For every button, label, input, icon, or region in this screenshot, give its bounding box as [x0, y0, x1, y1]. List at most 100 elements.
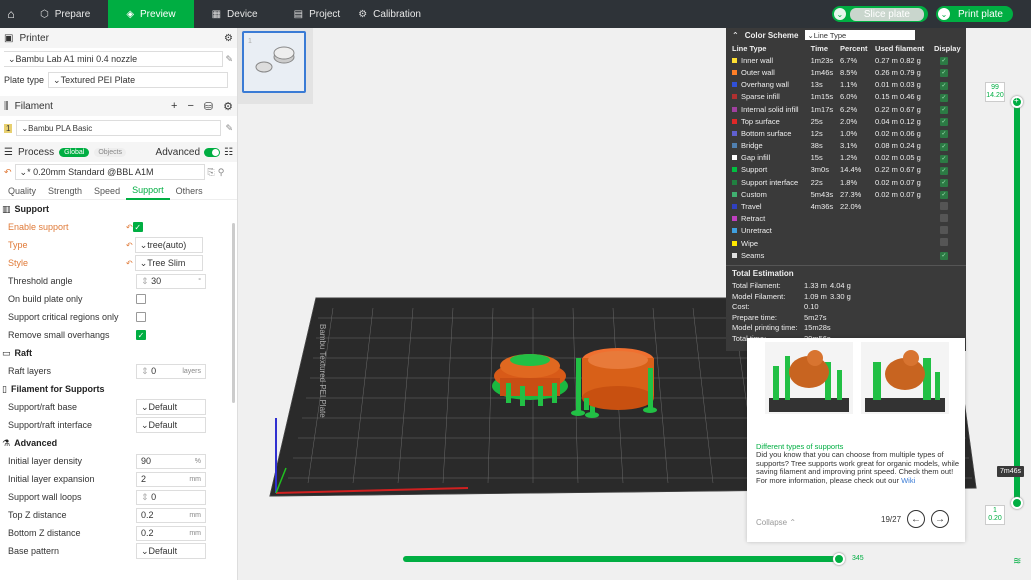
display-checkbox[interactable]: ✓: [939, 130, 948, 139]
chevron-down-icon[interactable]: ⌄: [937, 8, 950, 20]
sync-icon[interactable]: ⛁: [204, 100, 213, 113]
raft-layers-input[interactable]: ⇕ 0 layers: [136, 363, 206, 379]
advanced-row-select[interactable]: ⌄ Default: [136, 543, 206, 559]
reset-icon[interactable]: ↶: [4, 167, 12, 178]
3d-viewport[interactable]: 1 Bambu Textured PEI Plate ⌃ Color Schem…: [238, 28, 1031, 580]
support-style-select[interactable]: ⌄ Tree Slim: [134, 255, 203, 271]
tip-text: Did you know that you can choose from mu…: [756, 450, 960, 476]
stepper-icon[interactable]: ⇕: [141, 492, 149, 502]
advanced-row-input[interactable]: 2 mm: [136, 471, 206, 487]
color-scheme-title: Color Scheme: [744, 30, 799, 40]
tab-speed[interactable]: Speed: [88, 182, 126, 200]
tab-quality[interactable]: Quality: [2, 182, 42, 200]
collapse-button[interactable]: Collapse ⌃: [756, 518, 796, 527]
display-checkbox[interactable]: [939, 238, 948, 247]
support-interface-select[interactable]: ⌄ Default: [136, 417, 206, 433]
move-slider-handle[interactable]: [833, 553, 845, 565]
chevron-up-icon[interactable]: ⌃: [732, 31, 739, 40]
tab-support[interactable]: Support: [126, 182, 170, 200]
global-toggle[interactable]: Global: [59, 147, 90, 157]
filament-select[interactable]: ⌄ Bambu PLA Basic: [16, 120, 222, 136]
support-base-select[interactable]: ⌄ Default: [136, 399, 206, 415]
display-checkbox[interactable]: ✓: [939, 57, 948, 66]
tab-device[interactable]: ▦ Device: [194, 0, 276, 28]
edit-icon[interactable]: ✎: [225, 54, 233, 65]
stepper-icon[interactable]: ⇕: [141, 366, 149, 376]
display-checkbox[interactable]: ✓: [939, 93, 948, 102]
tab-prepare[interactable]: ⬡ Prepare: [22, 0, 108, 28]
reset-icon[interactable]: ↶: [126, 259, 133, 268]
add-icon[interactable]: +: [171, 100, 177, 113]
printer-select[interactable]: ⌄ Bambu Lab A1 mini 0.4 nozzle: [4, 51, 224, 67]
wiki-link[interactable]: Wiki: [901, 476, 915, 485]
layer-slider-top-handle[interactable]: +: [1011, 96, 1023, 108]
tab-project[interactable]: ▤ Project: [276, 0, 359, 28]
previous-tip-button[interactable]: ←: [907, 510, 926, 528]
advanced-row-input[interactable]: ⇕ 0: [136, 489, 206, 505]
tab-calibration[interactable]: ⚙ Calibration: [358, 0, 439, 28]
display-checkbox[interactable]: [939, 201, 948, 210]
line-type-name: Retract: [726, 213, 809, 225]
layer-slider-bottom-handle[interactable]: [1011, 497, 1023, 509]
remove-small-overhangs-checkbox[interactable]: ✓: [136, 330, 146, 340]
tab-strength[interactable]: Strength: [42, 182, 88, 200]
search-icon[interactable]: ⚲: [218, 167, 225, 178]
next-tip-button[interactable]: →: [931, 510, 950, 528]
support-style-value: Tree Slim: [147, 258, 186, 268]
display-checkbox[interactable]: ✓: [939, 166, 948, 175]
layers-icon[interactable]: ≋: [1013, 556, 1021, 567]
advanced-toggle[interactable]: [204, 147, 221, 157]
display-checkbox[interactable]: [939, 225, 948, 234]
display-checkbox[interactable]: ✓: [939, 154, 948, 163]
reset-icon[interactable]: ↶: [126, 223, 133, 232]
line-type-label: Custom: [741, 189, 767, 199]
advanced-row-input[interactable]: 90%: [136, 453, 206, 469]
display-checkbox[interactable]: ✓: [939, 252, 948, 261]
minus-icon[interactable]: −: [187, 100, 193, 113]
tab-preview[interactable]: ◈ Preview: [108, 0, 194, 28]
chevron-down-icon[interactable]: ⌄: [833, 8, 846, 20]
color-swatch: [732, 204, 737, 210]
advanced-row: Bottom Z distance 0.2 mm: [0, 524, 237, 542]
enable-support-checkbox[interactable]: ✓: [132, 222, 143, 232]
slice-plate-button[interactable]: ⌄ Slice plate: [831, 6, 928, 22]
filament-weight: 0.67 g: [900, 165, 921, 175]
plate-type-select[interactable]: ⌄ Textured PEI Plate: [48, 72, 229, 88]
advanced-row-input[interactable]: 0.2 mm: [136, 507, 206, 523]
support-type-select[interactable]: ⌄ tree(auto): [134, 237, 203, 253]
threshold-angle-input[interactable]: ⇕ 30 °: [136, 273, 206, 289]
print-plate-button[interactable]: ⌄ Print plate: [935, 6, 1013, 22]
display-checkbox[interactable]: ✓: [939, 118, 948, 127]
advanced-row-input[interactable]: 0.2 mm: [136, 525, 206, 541]
objects-toggle[interactable]: Objects: [94, 147, 127, 157]
panel-scrollbar[interactable]: [232, 223, 235, 403]
edit-icon[interactable]: ✎: [225, 123, 233, 134]
on-build-plate-checkbox[interactable]: [136, 294, 146, 304]
display-cell: ✓: [932, 66, 966, 78]
process-tabs: Quality Strength Speed Support Others: [0, 182, 237, 200]
display-checkbox[interactable]: ✓: [939, 142, 948, 151]
list-icon[interactable]: ☷: [224, 147, 233, 158]
display-checkbox[interactable]: ✓: [939, 191, 948, 200]
display-checkbox[interactable]: [939, 213, 948, 222]
display-checkbox[interactable]: ✓: [939, 179, 948, 188]
advanced-row-label: Base pattern: [8, 546, 60, 556]
gear-icon[interactable]: ⚙: [224, 33, 233, 44]
layer-slider-track[interactable]: [1014, 101, 1020, 503]
display-checkbox[interactable]: ✓: [939, 69, 948, 78]
color-scheme-select[interactable]: ⌄ Line Type: [804, 30, 915, 40]
display-checkbox[interactable]: ✓: [939, 106, 948, 115]
move-slider-track[interactable]: [403, 556, 841, 562]
process-profile-select[interactable]: ⌄ * 0.20mm Standard @BBL A1M: [14, 164, 205, 180]
critical-regions-checkbox[interactable]: [136, 312, 146, 322]
support-example-image: [769, 350, 849, 412]
reset-icon[interactable]: ↶: [126, 241, 133, 250]
save-icon[interactable]: ⎘: [208, 167, 215, 178]
stepper-icon[interactable]: ⇕: [141, 276, 149, 286]
display-checkbox[interactable]: ✓: [939, 81, 948, 90]
home-icon[interactable]: ⌂: [0, 0, 22, 28]
gear-icon[interactable]: ⚙: [223, 100, 233, 113]
color-swatch: [732, 191, 737, 197]
tab-others[interactable]: Others: [170, 182, 209, 200]
line-type-row: Support interface 22s 1.8% 0.02 m 0.07 g ✓: [726, 176, 966, 188]
